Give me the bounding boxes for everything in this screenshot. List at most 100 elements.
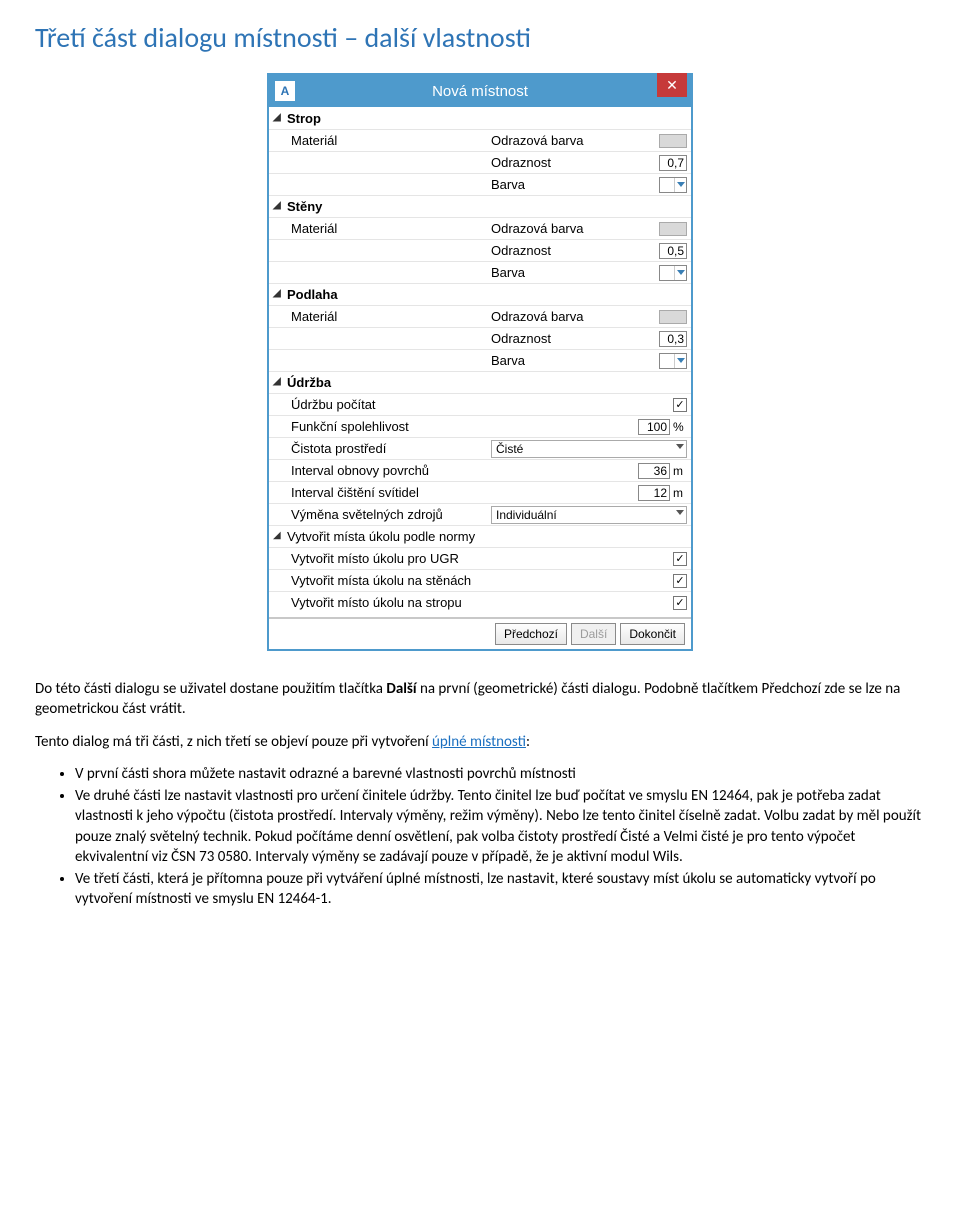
label: Odrazová barva [491,133,611,148]
color-swatch[interactable] [659,310,687,324]
color-swatch[interactable] [659,222,687,236]
finish-button[interactable]: Dokončit [620,623,685,645]
row-vymena: Výměna světelných zdrojů Individuální [269,503,691,525]
group-udrzba[interactable]: ◢ Údržba [269,371,691,393]
label: Vytvořit místo úkolu pro UGR [291,551,489,566]
row-steny-barva: Barva [269,261,691,283]
unit-label: % [673,420,687,434]
luminaire-interval-input[interactable] [638,485,670,501]
full-room-link[interactable]: úplné místnosti [432,733,526,751]
text: Tento dialog má tři části, z nich třetí … [35,733,432,751]
chevron-down-icon [676,444,684,449]
label: Barva [491,177,611,192]
dropdown-value: Čisté [496,442,523,456]
paragraph-2: Tento dialog má tři části, z nich třetí … [35,732,925,752]
row-norma-strop: Vytvořit místo úkolu na stropu ✓ [269,591,691,613]
text-bold: Další [386,680,416,698]
group-label: Stěny [287,199,322,214]
row-steny-material: Materiál Odrazová barva [269,217,691,239]
row-interval-svitidel: Interval čištění svítidel m [269,481,691,503]
row-norma-ugr: Vytvořit místo úkolu pro UGR ✓ [269,547,691,569]
label: Interval obnovy povrchů [291,463,489,478]
close-button[interactable]: ✕ [657,73,687,97]
label: Odraznost [491,243,611,258]
bullet-item: V první části shora můžete nastavit odra… [75,764,925,784]
new-room-dialog: A Nová místnost ✕ ◢ Strop Materiál Odraz… [267,73,693,651]
label: Odraznost [491,155,611,170]
label: Údržbu počítat [291,397,489,412]
bullet-list: V první části shora můžete nastavit odra… [35,764,925,910]
section-heading: Třetí část dialogu místnosti – další vla… [35,20,925,55]
label: Materiál [291,221,491,236]
previous-button[interactable]: Předchozí [495,623,567,645]
dialog-title: Nová místnost [295,83,691,100]
expander-icon: ◢ [273,530,283,541]
checkbox[interactable]: ✓ [673,398,687,412]
group-norma[interactable]: ◢ Vytvořit místa úkolu podle normy [269,525,691,547]
reflectance-input[interactable] [659,331,687,347]
group-label: Údržba [287,375,331,390]
group-strop[interactable]: ◢ Strop [269,107,691,129]
color-dropdown[interactable] [659,177,687,193]
close-icon: ✕ [666,77,678,94]
color-swatch[interactable] [659,134,687,148]
app-icon: A [275,81,295,101]
label: Materiál [291,309,491,324]
chevron-down-icon [676,510,684,515]
surface-interval-input[interactable] [638,463,670,479]
group-label: Vytvořit místa úkolu podle normy [287,529,475,544]
label: Odraznost [491,331,611,346]
group-steny[interactable]: ◢ Stěny [269,195,691,217]
row-spolehlivost: Funkční spolehlivost % [269,415,691,437]
dropdown-value: Individuální [496,508,557,522]
color-dropdown[interactable] [659,353,687,369]
row-steny-odraznost: Odraznost [269,239,691,261]
bullet-item: Ve třetí části, která je přítomna pouze … [75,869,925,910]
cleanliness-dropdown[interactable]: Čisté [491,440,687,458]
text: : [526,733,530,751]
row-strop-barva: Barva [269,173,691,195]
bullet-item: Ve druhé části lze nastavit vlastnosti p… [75,786,925,867]
label: Funkční spolehlivost [291,419,489,434]
row-udrzbu-pocitat: Údržbu počítat ✓ [269,393,691,415]
group-podlaha[interactable]: ◢ Podlaha [269,283,691,305]
titlebar: A Nová místnost ✕ [269,75,691,107]
reflectance-input[interactable] [659,243,687,259]
row-interval-povrchu: Interval obnovy povrchů m [269,459,691,481]
expander-icon: ◢ [273,112,283,123]
row-podlaha-material: Materiál Odrazová barva [269,305,691,327]
chevron-down-icon [674,178,686,192]
expander-icon: ◢ [273,200,283,211]
row-strop-material: Materiál Odrazová barva [269,129,691,151]
checkbox[interactable]: ✓ [673,574,687,588]
next-button[interactable]: Další [571,623,616,645]
color-dropdown[interactable] [659,265,687,281]
label: Vytvořit místo úkolu na stropu [291,595,489,610]
replacement-dropdown[interactable]: Individuální [491,506,687,524]
reliability-input[interactable] [638,419,670,435]
reflectance-input[interactable] [659,155,687,171]
row-podlaha-odraznost: Odraznost [269,327,691,349]
checkbox[interactable]: ✓ [673,596,687,610]
unit-label: m [673,464,687,478]
paragraph-1: Do této části dialogu se uživatel dostan… [35,679,925,720]
text: Do této části dialogu se uživatel dostan… [35,680,386,698]
dialog-container: A Nová místnost ✕ ◢ Strop Materiál Odraz… [35,73,925,651]
label: Čistota prostředí [291,441,491,456]
row-cistota: Čistota prostředí Čisté [269,437,691,459]
expander-icon: ◢ [273,376,283,387]
chevron-down-icon [674,266,686,280]
label: Barva [491,265,611,280]
group-label: Podlaha [287,287,338,302]
expander-icon: ◢ [273,288,283,299]
group-label: Strop [287,111,321,126]
label: Vytvořit místa úkolu na stěnách [291,573,489,588]
property-grid: ◢ Strop Materiál Odrazová barva Odraznos… [269,107,691,617]
checkbox[interactable]: ✓ [673,552,687,566]
label: Odrazová barva [491,221,611,236]
row-norma-steny: Vytvořit místa úkolu na stěnách ✓ [269,569,691,591]
label: Výměna světelných zdrojů [291,507,491,522]
row-strop-odraznost: Odraznost [269,151,691,173]
label: Materiál [291,133,491,148]
chevron-down-icon [674,354,686,368]
